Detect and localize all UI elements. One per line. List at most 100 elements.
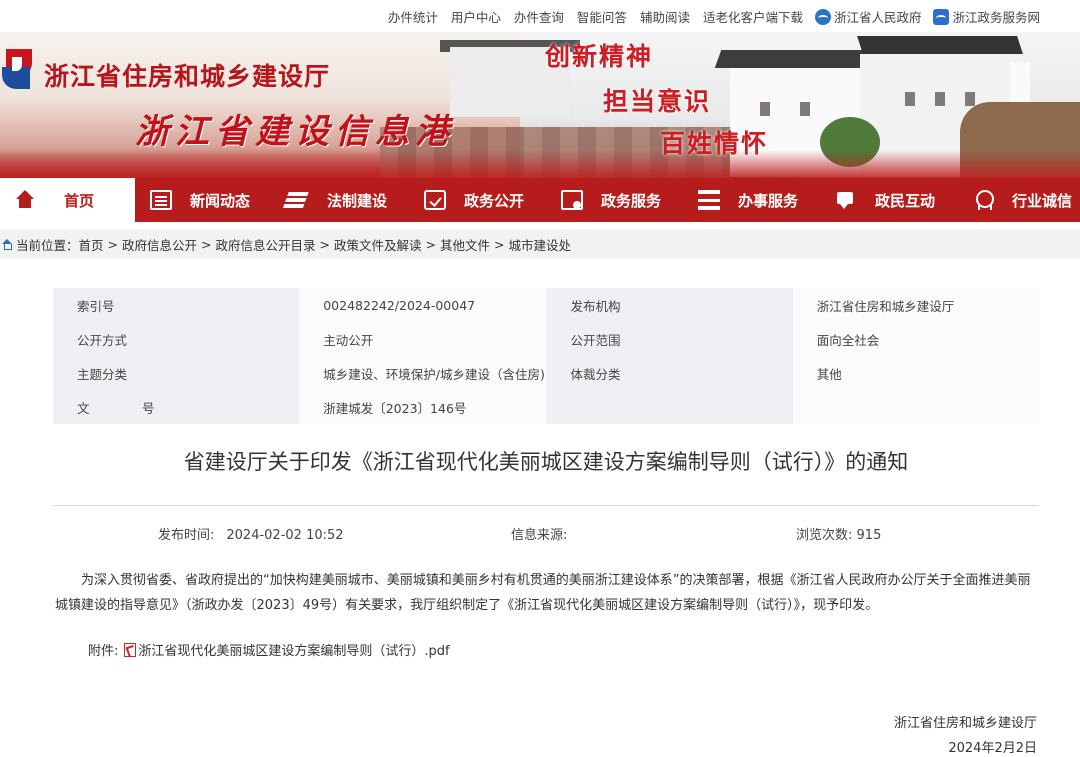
meta-key: 主题分类 [53,356,300,390]
table-row: 文 号 浙建城发〔2023〕146号 [53,390,1040,424]
breadcrumb-item[interactable]: 城市建设处 [509,235,572,254]
nav-item-interaction[interactable]: 政民互动 [820,178,957,222]
department-name[interactable]: 浙江省住房和城乡建设厅 [44,57,330,93]
view-count: 浏览次数: 915 [796,524,881,543]
top-links: 办件统计 用户中心 办件查询 智能问答 辅助阅读 适老化客户端下载 浙江省人民政… [375,7,1040,26]
meta-key: 体裁分类 [546,356,793,390]
gov-link-province-label: 浙江省人民政府 [833,10,922,25]
breadcrumb-item[interactable]: 政策文件及解读 [334,235,422,254]
top-link-query[interactable]: 办件查询 [514,7,564,26]
service-icon [561,190,583,210]
banner-window [905,92,915,106]
top-link-user-center[interactable]: 用户中心 [451,7,501,26]
meta-key: 公开方式 [53,322,300,356]
top-link-assist-reading[interactable]: 辅助阅读 [640,7,690,26]
nav-item-gov-service[interactable]: 政务服务 [546,178,683,222]
top-utility-bar: 办件统计 用户中心 办件查询 智能问答 辅助阅读 适老化客户端下载 浙江省人民政… [0,0,1080,32]
attachment: 附件: 浙江省现代化美丽城区建设方案编制导则（试行）.pdf [88,640,450,659]
server-icon [698,190,720,210]
nav-item-label: 新闻动态 [190,191,251,210]
meta-value: 面向全社会 [792,322,1040,356]
meta-key [546,390,793,424]
nav-item-affairs[interactable]: 办事服务 [683,178,820,222]
nav-item-label: 政务公开 [464,191,525,210]
page: 办件统计 用户中心 办件查询 智能问答 辅助阅读 适老化客户端下载 浙江省人民政… [0,0,1080,757]
article-title: 省建设厅关于印发《浙江省现代化美丽城区建设方案编制导则（试行）》的通知 [183,450,909,474]
banner-window [800,102,810,116]
publish-time-value: 2024-02-02 10:52 [226,528,344,543]
signature-org: 浙江省住房和城乡建设厅 [893,716,1037,731]
nav-item-news[interactable]: 新闻动态 [135,178,272,222]
breadcrumb-separator: > [201,236,212,252]
nav-item-label: 法制建设 [327,191,388,210]
meta-value: 城乡建设、环境保护/城乡建设（含住房) [299,356,547,390]
home-icon [2,239,13,250]
logo-white-part [12,57,22,71]
meta-value: 浙建城发〔2023〕146号 [299,390,547,424]
site-banner: 浙江省住房和城乡建设厅 浙江省建设信息港 创新精神 担当意识 百姓情怀 [0,32,1080,178]
top-link-stats[interactable]: 办件统计 [388,7,438,26]
slogan-people: 百姓情怀 [660,129,769,158]
view-count-label: 浏览次数: [796,528,853,543]
article-body: 为深入贯彻省委、省政府提出的“加快构建美丽城市、美丽城镇和美丽乡村有机贯通的美丽… [55,573,1031,613]
meta-key: 文 号 [53,390,300,424]
banner-window [760,102,770,116]
publish-time: 发布时间: 2024-02-02 10:52 [158,524,344,543]
meta-key: 索引号 [53,288,300,322]
gov-link-province[interactable]: 浙江省人民政府 [814,7,922,26]
breadcrumb-prefix: 当前位置： [16,237,79,253]
news-icon [150,190,172,210]
chat-icon [835,190,857,210]
nav-item-label: 政务服务 [601,191,662,210]
breadcrumb-separator: > [494,236,505,252]
breadcrumb-item[interactable]: 其他文件 [440,235,490,254]
gov-link-service-label: 浙江政务服务网 [952,10,1040,25]
nav-item-gov-open[interactable]: 政务公开 [409,178,546,222]
breadcrumb-separator: > [319,236,331,252]
top-link-qa[interactable]: 智能问答 [577,7,627,26]
home-icon [14,190,36,210]
gov-link-service[interactable]: 浙江政务服务网 [933,7,1040,26]
nav-item-integrity[interactable]: 行业诚信 [957,178,1080,222]
info-source: 信息来源: [511,524,579,543]
nav-item-label: 行业诚信 [1012,191,1073,210]
table-row: 公开方式 主动公开 公开范围 面向全社会 [53,322,1040,356]
nav-item-label: 办事服务 [738,191,799,210]
meta-value: 浙江省住房和城乡建设厅 [792,288,1040,322]
attachment-label: 附件: [88,644,119,659]
nav-item-home[interactable]: 首页 [0,178,135,222]
breadcrumb: 当前位置： 首页 > 政府信息公开 > 政府信息公开目录 > 政策文件及解读 >… [0,229,1080,259]
table-row: 索引号 002482242/2024-00047 发布机构 浙江省住房和城乡建设… [53,288,1040,322]
publish-time-label: 发布时间: [158,528,215,543]
banner-roof [857,36,1023,54]
view-count-value: 915 [856,528,882,543]
meta-value: 主动公开 [299,322,547,356]
slogan-responsibility: 担当意识 [603,87,712,116]
document-meta-table: 索引号 002482242/2024-00047 发布机构 浙江省住房和城乡建设… [53,288,1040,424]
breadcrumb-item[interactable]: 政府信息公开 [122,235,197,254]
breadcrumb-item[interactable]: 首页 [79,235,104,254]
breadcrumb-item[interactable]: 政府信息公开目录 [216,235,316,254]
top-link-elderly-download[interactable]: 适老化客户端下载 [703,7,803,26]
meta-value [792,390,1040,424]
site-name: 浙江省建设信息港 [135,112,455,152]
nav-item-label: 政民互动 [875,191,936,210]
banner-red-band [0,150,1080,178]
breadcrumb-separator: > [107,236,119,252]
layers-icon [287,190,309,210]
service-portal-icon [933,8,950,25]
globe-icon [814,8,831,25]
site-logo[interactable] [0,47,36,97]
meta-value: 其他 [792,356,1040,390]
table-row: 主题分类 城乡建设、环境保护/城乡建设（含住房) 体裁分类 其他 [53,356,1040,390]
info-source-label: 信息来源: [511,528,568,543]
nav-item-label: 首页 [64,191,95,210]
meta-value: 002482242/2024-00047 [299,288,547,322]
breadcrumb-separator: > [425,236,437,252]
pdf-icon [124,642,137,657]
nav-item-legal[interactable]: 法制建设 [272,178,409,222]
meta-key: 发布机构 [546,288,793,322]
banner-window [965,92,975,106]
attachment-link[interactable]: 浙江省现代化美丽城区建设方案编制导则（试行）.pdf [138,640,449,659]
slogan-innovation: 创新精神 [545,42,654,71]
